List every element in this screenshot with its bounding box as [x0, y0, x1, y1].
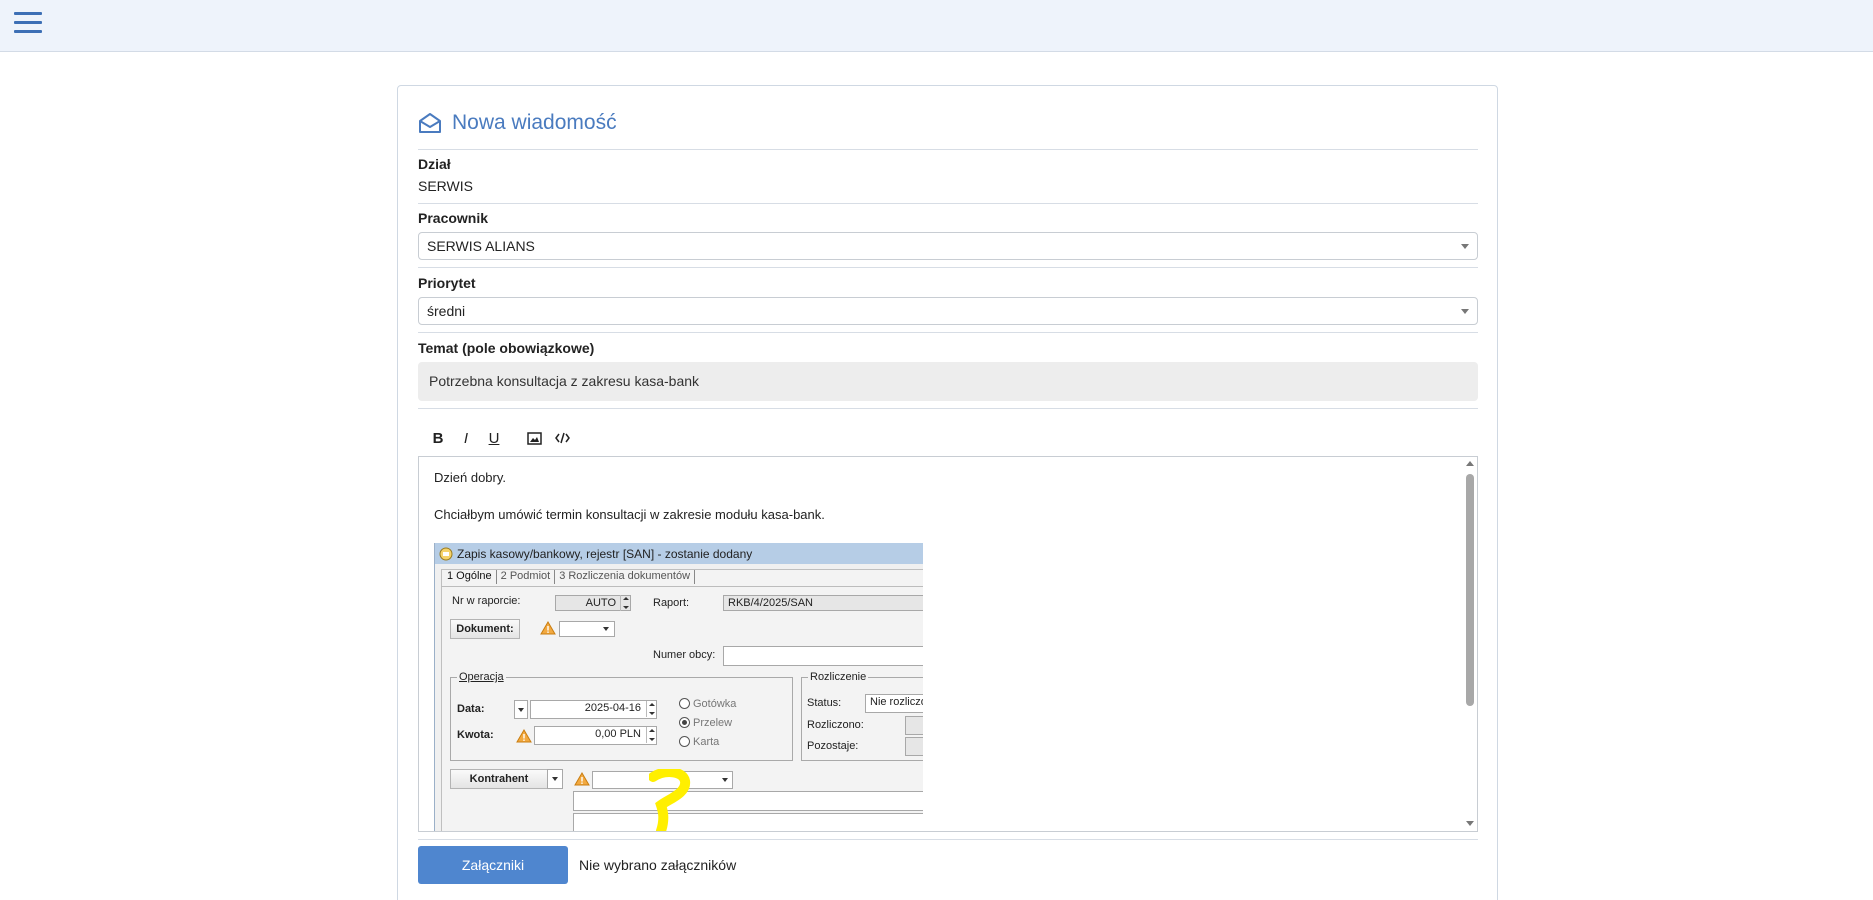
priority-select[interactable]: średni: [418, 297, 1478, 325]
radio-transfer-label: Przelew: [693, 717, 733, 729]
report-number-value: AUTO: [585, 597, 616, 609]
department-value: SERWIS: [418, 178, 473, 194]
priority-select-value: średni: [427, 303, 466, 319]
spinner-icon: [646, 727, 656, 743]
report-label: Raport:: [653, 597, 690, 609]
foreign-number-label: Numer obcy:: [653, 649, 716, 661]
envelope-open-icon: [419, 113, 441, 133]
card-header: Nowa wiadomość: [418, 110, 617, 136]
warning-icon: [540, 621, 556, 635]
tab-document-settlements: 3 Rozliczenia dokumentów: [555, 570, 696, 584]
operation-group-title: Operacja: [457, 671, 506, 683]
divider: [418, 408, 1478, 409]
code-icon[interactable]: [550, 426, 574, 450]
message-editor[interactable]: Dzień dobry. Chciałbym umówić termin kon…: [418, 456, 1478, 832]
chevron-down-icon: [1461, 244, 1469, 249]
top-bar: [0, 0, 1873, 52]
divider: [418, 332, 1478, 333]
scrollbar-thumb[interactable]: [1466, 474, 1474, 706]
amount-label: Kwota:: [457, 729, 494, 741]
report-value: RKB/4/2025/SAN: [728, 597, 813, 609]
radio-transfer: [679, 717, 690, 728]
italic-button[interactable]: I: [454, 426, 478, 450]
amount-value: 0,00 PLN: [595, 728, 641, 740]
scroll-down-icon[interactable]: [1466, 821, 1474, 826]
status-value: Nie rozliczo: [870, 696, 923, 708]
date-value: 2025-04-16: [584, 702, 641, 714]
status-field: Nie rozliczo: [865, 694, 923, 713]
editor-line: Dzień dobry.: [434, 470, 507, 485]
radio-card: [679, 736, 690, 747]
employee-select[interactable]: SERWIS ALIANS: [418, 232, 1478, 260]
image-icon[interactable]: [522, 426, 546, 450]
document-button: Dokument:: [450, 619, 520, 639]
divider: [418, 149, 1478, 150]
editor-scrollbar[interactable]: [1463, 457, 1477, 831]
scroll-up-icon[interactable]: [1466, 461, 1474, 466]
attachments-status: Nie wybrano załączników: [579, 857, 737, 873]
cash-register-icon: [439, 547, 453, 560]
settlement-group-title: Rozliczenie: [808, 671, 869, 683]
subject-input[interactable]: Potrzebna konsultacja z zakresu kasa-ban…: [418, 362, 1478, 401]
new-message-card: Nowa wiadomość Dział SERWIS Pracownik SE…: [397, 85, 1498, 900]
radio-card-label: Karta: [693, 736, 720, 748]
underline-button[interactable]: U: [482, 426, 506, 450]
divider: [418, 267, 1478, 268]
page-title: Nowa wiadomość: [452, 111, 617, 134]
divider: [418, 839, 1478, 840]
status-label: Status:: [807, 697, 842, 709]
contractor-name-field: [573, 791, 923, 811]
attachments-button[interactable]: Załączniki: [418, 846, 568, 884]
divider: [441, 586, 923, 587]
subject-label: Temat (pole obowiązkowe): [418, 340, 595, 356]
report-number-label: Nr w raporcie:: [452, 595, 521, 607]
date-label: Data:: [457, 703, 485, 715]
question-mark-annotation: [649, 769, 691, 831]
chevron-down-icon: [603, 627, 609, 631]
settled-label: Rozliczono:: [807, 719, 864, 731]
chevron-down-icon: [552, 777, 558, 781]
window-titlebar: Zapis kasowy/bankowy, rejestr [SAN] - zo…: [435, 543, 923, 564]
department-label: Dział: [418, 156, 451, 172]
employee-label: Pracownik: [418, 210, 489, 226]
radio-cash: [679, 698, 690, 709]
contractor-button: Kontrahent: [450, 769, 548, 789]
contractor-address-field: [573, 813, 923, 831]
amount-field: 0,00 PLN: [534, 726, 657, 745]
chevron-down-icon: [518, 708, 524, 712]
settled-field: [905, 716, 923, 735]
date-field: 2025-04-16: [530, 700, 657, 719]
editor-toolbar: B I U: [426, 426, 578, 450]
warning-icon: [516, 729, 532, 743]
bold-button[interactable]: B: [426, 426, 450, 450]
warning-icon: [574, 772, 590, 786]
foreign-number-field: [723, 646, 923, 666]
embedded-screenshot: Zapis kasowy/bankowy, rejestr [SAN] - zo…: [434, 543, 923, 831]
report-field: RKB/4/2025/SAN: [723, 595, 923, 611]
chevron-down-icon: [722, 778, 728, 782]
chevron-down-icon: [1461, 309, 1469, 314]
editor-line: Chciałbym umówić termin konsultacji w za…: [434, 507, 825, 522]
hamburger-menu-icon[interactable]: [14, 12, 42, 34]
spinner-icon: [646, 701, 656, 717]
window-title: Zapis kasowy/bankowy, rejestr [SAN] - zo…: [457, 546, 753, 561]
priority-label: Priorytet: [418, 275, 476, 291]
spinner-icon: [620, 595, 630, 611]
radio-cash-label: Gotówka: [693, 698, 737, 710]
tab-strip: 1 Ogólne 2 Podmiot 3 Rozliczenia dokumen…: [443, 570, 696, 584]
remaining-field: [905, 737, 923, 756]
remaining-label: Pozostaje:: [807, 740, 859, 752]
divider: [418, 203, 1478, 204]
operation-group: Operacja: [450, 671, 793, 761]
tab-general: 1 Ogólne: [443, 570, 497, 584]
tab-entity: 2 Podmiot: [497, 570, 556, 584]
employee-select-value: SERWIS ALIANS: [427, 238, 535, 254]
contractor-button-label: Kontrahent: [469, 773, 529, 785]
